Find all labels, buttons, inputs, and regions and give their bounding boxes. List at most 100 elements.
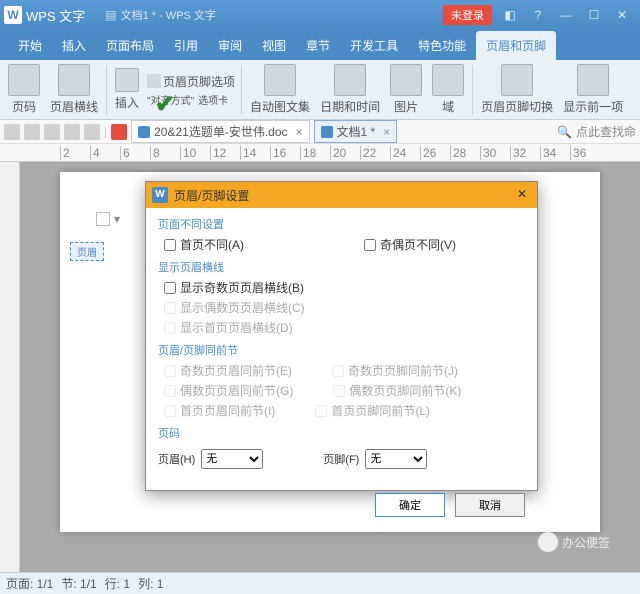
cb-first-h: 首页页眉同前节(I) [164,402,275,419]
ribbon-sep [106,65,107,115]
cb-show-odd-input[interactable] [164,282,176,294]
datetime-icon [334,64,366,96]
cb-even-h: 偶数页页眉同前节(G) [164,382,293,399]
close-icon[interactable]: × [296,125,303,139]
cb-first-h-label: 首页页眉同前节(I) [180,402,275,419]
hf-switch-label: 页眉页脚切换 [481,98,553,115]
cb-odd-h: 奇数页页眉同前节(E) [164,362,292,379]
ruler-tick: 4 [90,146,100,160]
insert-label: 插入 [115,94,139,111]
ruler-tick: 16 [270,146,286,160]
cb-even-f-label: 偶数页页脚同前节(K) [349,382,461,399]
preview-icon[interactable] [44,124,60,140]
tab-review[interactable]: 审阅 [208,31,252,60]
dialog-close-icon[interactable]: ✕ [513,186,531,204]
cb-odd-even[interactable]: 奇偶页不同(V) [364,236,456,253]
save-icon[interactable] [4,124,20,140]
cb-show-odd-label: 显示奇数页页眉横线(B) [180,279,304,296]
print-icon[interactable] [24,124,40,140]
ruler-tick: 26 [420,146,436,160]
cb-odd-even-input[interactable] [364,239,376,251]
login-status[interactable]: 未登录 [443,5,492,25]
tab-dev[interactable]: 开发工具 [340,31,408,60]
ruler-tick: 32 [510,146,526,160]
tab-chapter[interactable]: 章节 [296,31,340,60]
chevron-down-icon: ▾ [114,212,120,226]
ribbon: 页码 页眉横线 插入 页眉页脚选项 ✔ "对齐方式" 选项卡 自动图文集 日期和… [0,60,640,120]
doc-tab-1[interactable]: 文档1 * × [314,120,398,143]
cb-first-h-input [164,405,176,417]
tab-feature[interactable]: 特色功能 [408,31,476,60]
tab-home[interactable]: 开始 [8,31,52,60]
section-same-prev: 页眉/页脚同前节 [158,342,525,358]
cb-first-diff[interactable]: 首页不同(A) [164,236,244,253]
section-page-num: 页码 [158,425,525,441]
dialog-titlebar[interactable]: W 页眉/页脚设置 ✕ [146,182,537,208]
tab-header-footer[interactable]: 页眉和页脚 [476,31,556,60]
ok-button[interactable]: 确定 [375,493,445,517]
tab-layout[interactable]: 页面布局 [96,31,164,60]
cb-show-first-input [164,322,176,334]
hf-switch-button[interactable]: 页眉页脚切换 [479,62,555,117]
ruler-tick: 24 [390,146,406,160]
hf-options-icon [147,74,161,88]
ruler-tick: 10 [180,146,196,160]
search-icon[interactable]: 🔍 [557,125,572,139]
close-icon[interactable]: × [383,125,390,139]
cb-odd-h-label: 奇数页页眉同前节(E) [180,362,292,379]
doc-tab-0[interactable]: 20&21选题单-安世伟.doc × [131,120,309,143]
show-prev-button[interactable]: 显示前一项 [561,62,625,117]
hf-line-icon [58,64,90,96]
insert-button[interactable]: 插入 [113,66,141,113]
datetime-label: 日期和时间 [320,98,380,115]
insert-icon [115,68,139,92]
status-page: 页面: 1/1 [6,575,53,592]
maximize-icon[interactable]: ☐ [580,5,608,25]
close-icon[interactable]: ✕ [608,5,636,25]
status-bar: 页面: 1/1 节: 1/1 行: 1 列: 1 [0,572,640,594]
horizontal-ruler[interactable]: 2 4 6 8 10 12 14 16 18 20 22 24 26 28 30… [0,144,640,162]
skin-icon[interactable]: ◧ [496,5,524,25]
tab-insert[interactable]: 插入 [52,31,96,60]
titlebar: W WPS 文字 ▤ 文档1 * - WPS 文字 未登录 ◧ ? — ☐ ✕ [0,0,640,30]
ruler-tick: 30 [480,146,496,160]
cancel-button[interactable]: 取消 [455,493,525,517]
datetime-button[interactable]: 日期和时间 [318,62,382,117]
header-select[interactable]: 无 [201,449,263,469]
dialog-body: 页面不同设置 首页不同(A) 奇偶页不同(V) 显示页眉横线 显示奇数页页眉横线… [146,208,537,487]
ruler-tick: 28 [450,146,466,160]
redo-icon[interactable] [84,124,100,140]
ruler-tick: 20 [330,146,346,160]
footer-select-label: 页脚(F) [323,451,359,467]
ribbon-tabs: 开始 插入 页面布局 引用 审阅 视图 章节 开发工具 特色功能 页眉和页脚 [0,30,640,60]
watermark: 办公便签 [538,532,610,552]
wps-icon[interactable] [111,124,127,140]
help-icon[interactable]: ? [524,5,552,25]
cb-show-even-input [164,302,176,314]
cb-first-diff-input[interactable] [164,239,176,251]
field-label: 域 [442,98,454,115]
show-prev-icon [577,64,609,96]
quick-access-bar: | 20&21选题单-安世伟.doc × 文档1 * × 🔍 点此查找命 [0,120,640,144]
ruler-tick: 12 [210,146,226,160]
status-row: 行: 1 [105,575,130,592]
field-button[interactable]: 域 [430,62,466,117]
cb-show-odd[interactable]: 显示奇数页页眉横线(B) [164,279,304,296]
autotext-button[interactable]: 自动图文集 [248,62,312,117]
footer-select[interactable]: 无 [365,449,427,469]
search-placeholder[interactable]: 点此查找命 [576,123,636,140]
show-prev-label: 显示前一项 [563,98,623,115]
picture-label: 图片 [394,98,418,115]
hf-options-button[interactable]: 页眉页脚选项 [147,73,235,90]
tab-view[interactable]: 视图 [252,31,296,60]
tab-refs[interactable]: 引用 [164,31,208,60]
page-number-button[interactable]: 页码 [6,62,42,117]
ruler-tick: 8 [150,146,160,160]
picture-button[interactable]: 图片 [388,62,424,117]
vertical-ruler[interactable] [0,162,20,582]
watermark-text: 办公便签 [562,534,610,551]
cb-even-f-input [333,385,345,397]
hf-line-button[interactable]: 页眉横线 [48,62,100,117]
undo-icon[interactable] [64,124,80,140]
minimize-icon[interactable]: — [552,5,580,25]
